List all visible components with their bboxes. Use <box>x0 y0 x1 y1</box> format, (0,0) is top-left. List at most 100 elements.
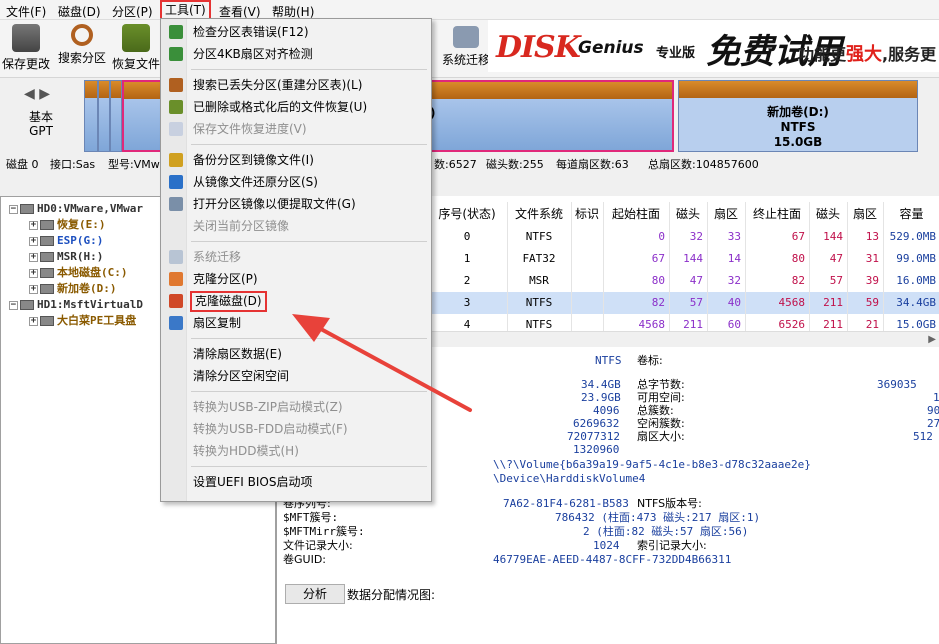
menu-tools[interactable]: 工具(T) <box>160 0 211 20</box>
menu-item-icon <box>169 153 183 167</box>
tree-item[interactable]: − HD0:VMware,VMwar <box>9 201 143 217</box>
analyze-button[interactable]: 分析 <box>285 584 345 604</box>
table-cell: NTFS <box>525 230 553 243</box>
partition-d-size: 15.0GB <box>773 135 823 149</box>
menu-item-icon <box>169 122 183 136</box>
menu-item-icon <box>169 175 183 189</box>
disk-index: 磁盘 0 <box>6 158 39 171</box>
menu-item-label: 分区4KB扇区对齐检测 <box>193 47 313 61</box>
partition-block-h[interactable] <box>110 80 122 152</box>
menu-item[interactable]: 克隆分区(P) <box>163 268 429 290</box>
menu-separator <box>191 144 427 145</box>
search-partition-label: 搜索分区 <box>57 51 106 65</box>
tree-item[interactable]: + 大白菜PE工具盘 <box>29 313 136 329</box>
menu-item[interactable]: 搜索已丢失分区(重建分区表)(L) <box>163 74 429 96</box>
menu-item[interactable]: 从镜像文件还原分区(S) <box>163 171 429 193</box>
search-partition-button[interactable]: 搜索分区 <box>56 22 108 66</box>
detail-mft-key: $MFT簇号: <box>283 511 339 524</box>
tree-item[interactable]: − HD1:MsftVirtualD <box>9 297 143 313</box>
tree-item[interactable]: + 本地磁盘(C:) <box>29 265 128 281</box>
menu-item[interactable]: 设置UEFI BIOS启动项 <box>163 471 429 493</box>
column-header[interactable]: 序号(状态) <box>427 202 507 226</box>
column-header[interactable]: 容量 <box>883 202 939 226</box>
detail-free-clusters-value: 27 <box>927 417 939 430</box>
detail-free-clusters: 6269632 <box>573 417 620 430</box>
menu-item: 转换为HDD模式(H) <box>163 440 429 462</box>
collapse-icon[interactable]: − <box>9 204 18 214</box>
menu-item[interactable]: 克隆磁盘(D) <box>163 290 429 312</box>
table-cell: 34.4GB <box>896 296 936 309</box>
tree-item[interactable]: + ESP(G:) <box>29 233 103 249</box>
recover-files-button[interactable]: 恢复文件 <box>110 22 162 72</box>
column-header[interactable]: 磁头 <box>669 202 707 226</box>
detail-mftmirr-value: 2 (柱面:82 磁头:57 扇区:56) <box>583 525 749 538</box>
detail-sectors: 72077312 <box>567 430 620 443</box>
tree-item-label: MSR(H:) <box>57 250 104 263</box>
monitor-icon <box>453 26 479 48</box>
expand-icon[interactable]: + <box>29 268 38 278</box>
save-changes-label: 保存更改 <box>1 57 50 71</box>
table-cell: 13 <box>865 230 879 243</box>
allocation-map-label: 数据分配情况图: <box>347 588 436 602</box>
detail-total-clusters-value: 90 <box>927 404 939 417</box>
detail-free-clusters-key: 空闲簇数: <box>637 417 685 430</box>
expand-icon[interactable]: + <box>29 316 38 326</box>
detail-fs: NTFS <box>595 354 622 367</box>
menu-separator <box>191 69 427 70</box>
slogan-b: 强大 <box>846 44 883 65</box>
expand-icon[interactable]: + <box>29 252 38 262</box>
disk-kind-basic: 基本 <box>28 110 53 124</box>
menu-item-label: 关闭当前分区镜像 <box>193 219 290 233</box>
save-changes-button[interactable]: 保存更改 <box>0 22 52 72</box>
column-header[interactable]: 文件系统 <box>507 202 571 226</box>
collapse-icon[interactable]: − <box>9 300 18 310</box>
menu-item[interactable]: 备份分区到镜像文件(I) <box>163 149 429 171</box>
menu-item: 保存文件恢复进度(V) <box>163 118 429 140</box>
partition-block-g[interactable] <box>98 80 110 152</box>
system-migrate-button[interactable]: 系统迁移 <box>440 22 492 68</box>
table-cell: 39 <box>865 274 879 287</box>
detail-vol-label-key: 卷标: <box>637 354 663 367</box>
menu-item[interactable]: 已删除或格式化后的文件恢复(U) <box>163 96 429 118</box>
menu-item-label: 检查分区表错误(F12) <box>193 25 309 39</box>
menu-disk[interactable]: 磁盘(D) <box>58 3 101 20</box>
table-cell: 144 <box>683 252 703 265</box>
table-cell: 4568 <box>778 296 806 309</box>
column-header[interactable]: 标识 <box>571 202 603 226</box>
column-header[interactable]: 起始柱面 <box>603 202 669 226</box>
menu-item-icon <box>169 197 183 211</box>
menu-separator <box>191 466 427 467</box>
table-cell: 80 <box>791 252 805 265</box>
column-header[interactable]: 扇区 <box>847 202 883 226</box>
disk-nav-arrows[interactable]: ◀ ▶ <box>24 86 50 102</box>
tree-item[interactable]: + MSR(H:) <box>29 249 103 265</box>
table-cell: 59 <box>865 296 879 309</box>
column-header[interactable]: 扇区 <box>707 202 745 226</box>
partition-block-d[interactable]: 新加卷(D:) NTFS 15.0GB <box>678 80 918 152</box>
detail-sector-size-value: 512 <box>913 430 933 443</box>
table-cell: 67 <box>791 230 805 243</box>
column-header[interactable]: 磁头 <box>809 202 847 226</box>
tree-item-label: 新加卷(D:) <box>57 282 117 295</box>
recover-icon <box>122 24 150 52</box>
expand-icon[interactable]: + <box>29 220 38 230</box>
menu-item-icon <box>169 316 183 330</box>
partition-d-name: 新加卷(D:) <box>767 105 829 119</box>
table-cell <box>571 226 603 248</box>
partition-block-e[interactable] <box>84 80 98 152</box>
menu-item[interactable]: 打开分区镜像以便提取文件(G) <box>163 193 429 215</box>
expand-icon[interactable]: + <box>29 284 38 294</box>
tree-item[interactable]: + 恢复(E:) <box>29 217 106 233</box>
menu-item[interactable]: 检查分区表错误(F12) <box>163 21 429 43</box>
menu-item[interactable]: 分区4KB扇区对齐检测 <box>163 43 429 65</box>
diskgenius-banner: DISK Genius 专业版 免费试用 功能更强大,服务更 <box>488 20 939 72</box>
table-cell: 3 <box>463 296 471 309</box>
tree-item[interactable]: + 新加卷(D:) <box>29 281 117 297</box>
table-cell: 80 <box>651 274 665 287</box>
scroll-right-icon[interactable]: ▶ <box>928 334 936 345</box>
expand-icon[interactable]: + <box>29 236 38 246</box>
menu-file[interactable]: 文件(F) <box>6 3 46 20</box>
menu-partition[interactable]: 分区(P) <box>112 3 153 20</box>
detail-free-key: 可用空间: <box>637 391 685 404</box>
column-header[interactable]: 终止柱面 <box>745 202 809 226</box>
